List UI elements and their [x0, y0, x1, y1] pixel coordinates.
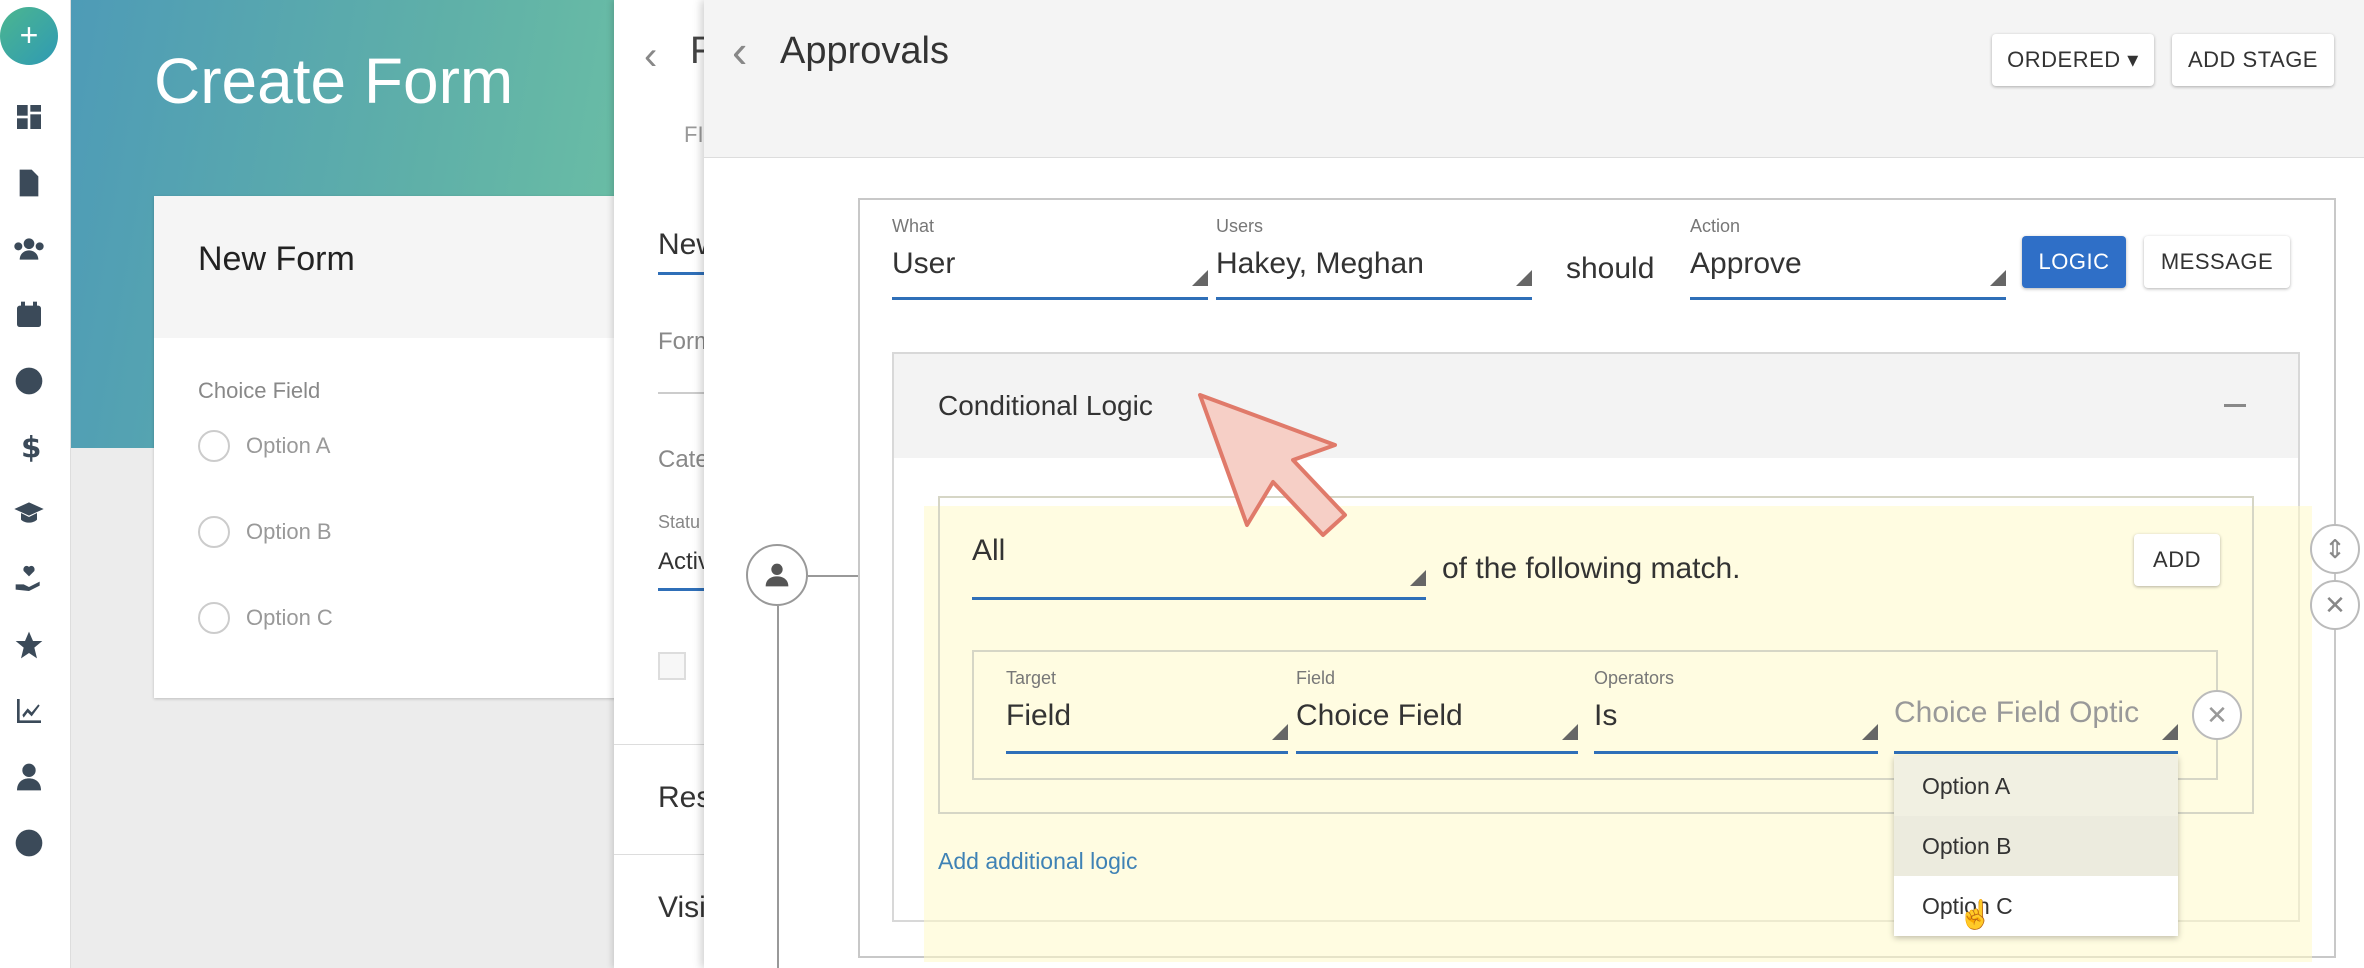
- radio-label: Option A: [246, 433, 331, 458]
- globe-icon[interactable]: [12, 364, 46, 398]
- users-select[interactable]: Users Hakey, Meghan: [1216, 216, 1532, 300]
- star-icon[interactable]: [12, 628, 46, 662]
- radio-option-c[interactable]: Option C: [198, 602, 333, 634]
- what-value: User: [892, 247, 956, 280]
- remove-stage-icon[interactable]: ✕: [2310, 580, 2360, 630]
- dollar-icon[interactable]: $: [12, 430, 46, 464]
- action-caption: Action: [1690, 216, 1741, 236]
- dropdown-option-a[interactable]: Option A: [1894, 756, 2178, 816]
- action-value: Approve: [1690, 247, 1802, 280]
- select-arrow-icon: [1272, 724, 1288, 740]
- add-fab-button[interactable]: +: [0, 7, 58, 65]
- add-stage-button[interactable]: ADD STAGE: [2172, 34, 2334, 86]
- field-caption: Field: [1296, 668, 1336, 688]
- operators-value: Is: [1594, 699, 1618, 732]
- choice-field-label: Choice Field: [198, 378, 321, 403]
- field-select[interactable]: Field Choice Field: [1296, 668, 1578, 754]
- timeline-connector: [808, 575, 858, 577]
- dropdown-option-b[interactable]: Option B: [1894, 816, 2178, 876]
- should-text: should: [1566, 252, 1655, 285]
- collapse-minus-icon[interactable]: [2224, 404, 2246, 407]
- radio-option-a[interactable]: Option A: [198, 430, 330, 462]
- document-icon[interactable]: [12, 166, 46, 200]
- approvals-title: Approvals: [780, 30, 949, 72]
- dashboard-icon[interactable]: [12, 100, 46, 134]
- compass-icon[interactable]: [12, 826, 46, 860]
- choice-option-placeholder: Choice Field Optic: [1894, 696, 2140, 729]
- what-select[interactable]: What User: [892, 216, 1208, 300]
- users-icon[interactable]: [12, 232, 46, 266]
- select-arrow-icon: [1410, 570, 1426, 586]
- select-arrow-icon: [1862, 724, 1878, 740]
- radio-circle[interactable]: [198, 516, 230, 548]
- radio-circle[interactable]: [198, 602, 230, 634]
- users-value: Hakey, Meghan: [1216, 247, 1424, 280]
- approver-avatar-icon: [746, 544, 808, 606]
- timeline-line: [777, 606, 779, 968]
- status-value[interactable]: Activ: [658, 548, 710, 576]
- conditional-logic-title: Conditional Logic: [938, 390, 1153, 421]
- add-condition-button[interactable]: ADD: [2134, 534, 2220, 586]
- choice-option-dropdown: Option A Option B Option C: [1894, 756, 2178, 936]
- select-arrow-icon: [1562, 724, 1578, 740]
- status-label: Statu: [658, 512, 701, 532]
- target-value: Field: [1006, 699, 1072, 732]
- calendar-icon[interactable]: [12, 298, 46, 332]
- action-select[interactable]: Action Approve: [1690, 216, 2006, 300]
- select-arrow-icon: [1192, 270, 1208, 286]
- operators-caption: Operators: [1594, 668, 1675, 688]
- svg-text:$: $: [21, 431, 41, 463]
- select-arrow-icon: [1516, 270, 1532, 286]
- reorder-stage-icon[interactable]: ⇕: [2310, 524, 2360, 574]
- form-preview-card: New Form Choice Field Option A Option B …: [154, 196, 634, 698]
- back-chevron-icon[interactable]: ‹: [732, 24, 747, 78]
- message-button[interactable]: MESSAGE: [2144, 236, 2290, 288]
- add-additional-logic-link[interactable]: Add additional logic: [938, 848, 1137, 875]
- what-caption: What: [892, 216, 935, 236]
- chart-icon[interactable]: [12, 694, 46, 728]
- dropdown-option-c[interactable]: Option C: [1894, 876, 2178, 936]
- category-label: Cate: [658, 446, 709, 473]
- operators-select[interactable]: Operators Is: [1594, 668, 1878, 754]
- radio-label: Option B: [246, 519, 332, 544]
- radio-circle[interactable]: [198, 430, 230, 462]
- form-card-title: New Form: [154, 196, 634, 338]
- ordered-dropdown-button[interactable]: ORDERED ▾: [1992, 34, 2154, 86]
- choice-option-select[interactable]: Choice Field Optic: [1894, 696, 2178, 754]
- field-value: Choice Field: [1296, 699, 1463, 732]
- conditional-logic-header[interactable]: Conditional Logic: [894, 354, 2298, 458]
- radio-option-b[interactable]: Option B: [198, 516, 332, 548]
- select-arrow-icon: [1990, 270, 2006, 286]
- page-title: Create Form: [154, 45, 514, 117]
- remove-condition-icon[interactable]: ✕: [2192, 690, 2242, 740]
- annotation-arrow-icon: [1198, 393, 1347, 537]
- hand-heart-icon[interactable]: [12, 562, 46, 596]
- left-rail: + $: [0, 0, 71, 968]
- back-chevron-icon[interactable]: ‹: [644, 34, 657, 79]
- users-caption: Users: [1216, 216, 1264, 236]
- tab-fields[interactable]: FI: [684, 122, 704, 148]
- section-visi[interactable]: Visi: [614, 854, 714, 968]
- target-select[interactable]: Target Field: [1006, 668, 1288, 754]
- match-text: of the following match.: [1442, 552, 1741, 585]
- target-caption: Target: [1006, 668, 1057, 688]
- graduation-icon[interactable]: [12, 496, 46, 530]
- approvals-topbar: ‹ Approvals ORDERED ▾ ADD STAGE: [704, 0, 2364, 158]
- checkbox[interactable]: [658, 652, 686, 680]
- section-res[interactable]: Res: [614, 744, 714, 854]
- person-icon[interactable]: [12, 760, 46, 794]
- select-arrow-icon: [2162, 724, 2178, 740]
- logic-button[interactable]: LOGIC: [2022, 236, 2126, 288]
- hand-cursor-icon: ☝: [1958, 899, 1993, 930]
- radio-label: Option C: [246, 605, 333, 630]
